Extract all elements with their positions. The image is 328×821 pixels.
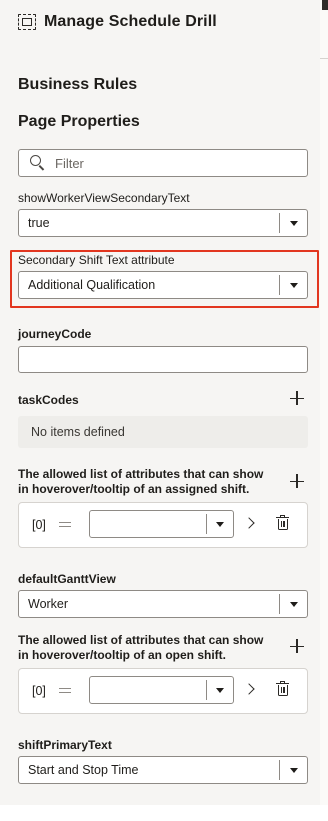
secondary-shift-text-attribute-label: Secondary Shift Text attribute xyxy=(18,253,175,267)
open-attribute-select[interactable] xyxy=(89,676,234,704)
select-value: true xyxy=(28,216,50,230)
add-task-code-icon[interactable] xyxy=(290,391,304,405)
chevron-right-icon[interactable] xyxy=(243,517,255,529)
trash-icon[interactable] xyxy=(276,515,289,531)
filter-input[interactable] xyxy=(55,155,285,171)
section-business-rules[interactable]: Business Rules xyxy=(18,76,137,94)
assigned-attribute-select[interactable] xyxy=(89,510,234,538)
assigned-shift-attributes-label: The allowed list of attributes that can … xyxy=(18,467,264,496)
assigned-attributes-item: [0] xyxy=(18,502,308,548)
journey-code-input[interactable] xyxy=(18,346,308,373)
caret-down-icon[interactable] xyxy=(280,210,307,236)
add-open-attribute-icon[interactable] xyxy=(290,639,304,653)
journey-code-label: journeyCode xyxy=(18,327,92,341)
filter-field[interactable] xyxy=(18,149,308,177)
item-index: [0] xyxy=(32,518,46,532)
default-gantt-view-label: defaultGanttView xyxy=(18,572,116,586)
caret-down-icon[interactable] xyxy=(207,677,233,703)
chevron-right-icon[interactable] xyxy=(243,683,255,695)
task-codes-label: taskCodes xyxy=(18,393,79,407)
caret-down-icon[interactable] xyxy=(207,511,233,537)
section-page-properties[interactable]: Page Properties xyxy=(18,113,140,131)
select-value: Additional Qualification xyxy=(28,278,156,292)
caret-down-icon[interactable] xyxy=(280,591,307,617)
select-value: Start and Stop Time xyxy=(28,763,139,777)
item-index: [0] xyxy=(32,684,46,698)
task-codes-empty: No items defined xyxy=(18,416,308,448)
divider xyxy=(320,58,328,59)
search-icon xyxy=(29,154,47,172)
page-title: Manage Schedule Drill xyxy=(44,13,217,30)
show-worker-view-secondary-text-label: showWorkerViewSecondaryText xyxy=(18,191,190,205)
add-assigned-attribute-icon[interactable] xyxy=(290,474,304,488)
panel-header: Manage Schedule Drill xyxy=(18,10,217,34)
open-attributes-item: [0] xyxy=(18,668,308,714)
properties-panel: Manage Schedule Drill Business Rules Pag… xyxy=(0,0,320,805)
default-gantt-view-select[interactable]: Worker xyxy=(18,590,308,618)
bottom-strip xyxy=(0,805,328,821)
window-edge xyxy=(322,0,328,10)
caret-down-icon[interactable] xyxy=(280,272,307,298)
select-value: Worker xyxy=(28,597,69,611)
trash-icon[interactable] xyxy=(276,681,289,697)
caret-down-icon[interactable] xyxy=(280,757,307,783)
open-shift-attributes-label: The allowed list of attributes that can … xyxy=(18,633,264,662)
secondary-shift-text-attribute-select[interactable]: Additional Qualification xyxy=(18,271,308,299)
layout-frame-icon xyxy=(18,14,36,30)
drag-handle-icon[interactable] xyxy=(59,522,71,528)
show-worker-view-secondary-text-select[interactable]: true xyxy=(18,209,308,237)
drag-handle-icon[interactable] xyxy=(59,688,71,694)
shift-primary-text-label: shiftPrimaryText xyxy=(18,738,112,752)
shift-primary-text-select[interactable]: Start and Stop Time xyxy=(18,756,308,784)
